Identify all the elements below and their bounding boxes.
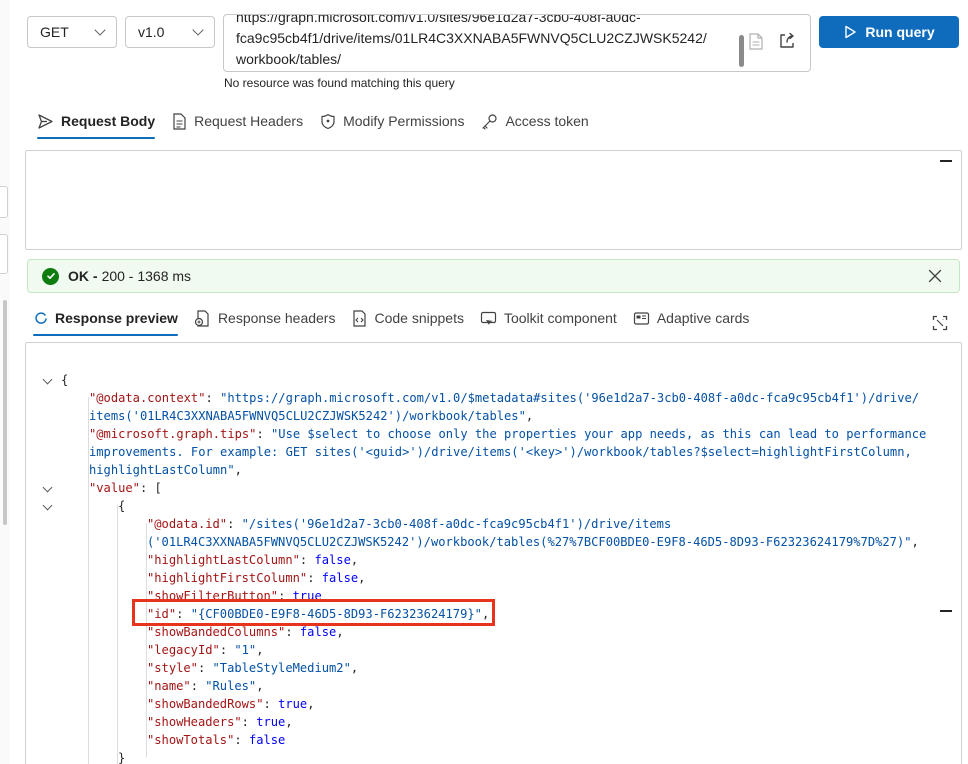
headers-icon xyxy=(194,309,209,327)
response-status-bar: OK - 200 - 1368 ms xyxy=(27,259,960,293)
chevron-down-icon xyxy=(94,24,106,36)
json-line: { xyxy=(26,371,961,389)
tab-label: Modify Permissions xyxy=(343,113,465,129)
url-input[interactable]: https://graph.microsoft.com/v1.0/sites/9… xyxy=(223,14,811,72)
run-query-label: Run query xyxy=(865,24,935,40)
chevron-down-icon xyxy=(192,24,204,36)
card-icon xyxy=(633,311,649,325)
tab-label: Adaptive cards xyxy=(656,310,750,326)
left-pane-field[interactable] xyxy=(0,234,8,274)
tab-label: Toolkit component xyxy=(503,310,617,326)
chevron-down-icon[interactable] xyxy=(42,482,53,493)
tab-code-snippets[interactable]: Code snippets xyxy=(351,303,464,333)
status-detail: 200 - 1368 ms xyxy=(101,268,192,284)
chevron-down-icon[interactable] xyxy=(42,500,53,511)
play-icon xyxy=(845,25,857,39)
json-line: "@odata.context": "https://graph.microso… xyxy=(89,391,920,405)
request-tabs: Request Body Request Headers Modify Perm… xyxy=(37,106,589,139)
json-line: improvements. For example: GET sites('<g… xyxy=(89,445,912,459)
json-line: "showBandedRows": true, xyxy=(147,697,315,711)
run-query-button[interactable]: Run query xyxy=(819,16,959,48)
tab-request-body[interactable]: Request Body xyxy=(37,106,156,139)
tab-label: Response preview xyxy=(55,310,178,326)
tab-response-headers[interactable]: Response headers xyxy=(194,303,336,333)
json-line: } xyxy=(118,751,126,764)
status-ok: OK - xyxy=(68,268,98,284)
tab-label: Request Body xyxy=(61,113,156,129)
json-line: "highlightLastColumn": false, xyxy=(147,553,359,567)
url-line: fca9c95cb4f1/drive/items/01LR4C3XXNABA5F… xyxy=(236,30,707,46)
chevron-down-icon[interactable] xyxy=(42,374,53,385)
json-line: ('01LR4C3XXNABA5FWNVQ5CLU2CZJWSK5242')/w… xyxy=(147,535,919,549)
json-line: "style": "TableStyleMedium2", xyxy=(147,661,359,675)
tab-label: Access token xyxy=(505,113,589,129)
json-line: "value": [ xyxy=(26,479,961,497)
tab-label: Response headers xyxy=(217,310,336,326)
preview-icon xyxy=(35,311,47,324)
document-icon[interactable] xyxy=(746,31,766,51)
shield-icon xyxy=(321,113,335,129)
response-preview-panel[interactable]: { "@odata.context": "https://graph.micro… xyxy=(25,342,962,764)
expand-icon[interactable] xyxy=(932,315,948,331)
version-value: v1.0 xyxy=(138,24,165,40)
url-line: https://graph.microsoft.com/v1.0/sites/9… xyxy=(236,14,641,25)
id-highlight-box xyxy=(132,599,495,626)
left-pane-field[interactable] xyxy=(0,186,8,218)
tab-request-headers[interactable]: Request Headers xyxy=(172,106,303,136)
method-select[interactable]: GET xyxy=(27,16,117,48)
json-line: "highlightFirstColumn": false, xyxy=(147,571,366,585)
close-icon[interactable] xyxy=(927,268,943,284)
code-icon xyxy=(353,309,367,327)
send-icon xyxy=(38,113,53,129)
query-status-message: No resource was found matching this quer… xyxy=(224,76,455,90)
toolkit-icon xyxy=(480,311,497,325)
share-icon[interactable] xyxy=(777,31,797,51)
json-line: "legacyId": "1", xyxy=(147,643,264,657)
json-line: "showFilterButton": true xyxy=(147,589,322,599)
tab-response-preview[interactable]: Response preview xyxy=(33,303,178,336)
left-pane-edge xyxy=(0,0,10,764)
tab-modify-permissions[interactable]: Modify Permissions xyxy=(320,106,464,136)
tab-label: Code snippets xyxy=(374,310,464,326)
tab-access-token[interactable]: Access token xyxy=(481,106,589,136)
method-value: GET xyxy=(40,24,69,40)
json-line: "showTotals": false xyxy=(147,733,286,747)
url-line: workbook/tables/ xyxy=(236,51,342,67)
json-line: items('01LR4C3XXNABA5FWNVQ5CLU2CZJWSK524… xyxy=(89,409,534,423)
tab-toolkit-component[interactable]: Toolkit component xyxy=(480,303,617,333)
json-line: "@odata.id": "/sites('96e1d2a7-3cb0-408f… xyxy=(147,517,672,531)
collapse-icon[interactable] xyxy=(940,610,952,612)
document-icon xyxy=(173,112,186,130)
json-line: "showHeaders": true, xyxy=(147,715,293,729)
json-line: "name": "Rules", xyxy=(147,679,264,693)
request-body-editor[interactable] xyxy=(25,150,962,250)
tab-label: Request Headers xyxy=(194,113,304,129)
json-line: highlightLastColumn", xyxy=(89,463,242,477)
left-pane-scrollbar[interactable] xyxy=(3,300,7,525)
tab-adaptive-cards[interactable]: Adaptive cards xyxy=(633,303,750,333)
collapse-icon[interactable] xyxy=(940,160,952,162)
key-icon xyxy=(482,113,498,130)
response-tabs: Response preview Response headers Code s… xyxy=(33,303,750,336)
json-line: "@microsoft.graph.tips": "Use $select to… xyxy=(89,427,927,441)
url-scrollbar[interactable] xyxy=(739,35,744,67)
json-line: { xyxy=(26,497,961,515)
version-select[interactable]: v1.0 xyxy=(125,16,215,48)
success-check-icon xyxy=(42,267,59,285)
json-viewer: { "@odata.context": "https://graph.micro… xyxy=(26,371,961,764)
